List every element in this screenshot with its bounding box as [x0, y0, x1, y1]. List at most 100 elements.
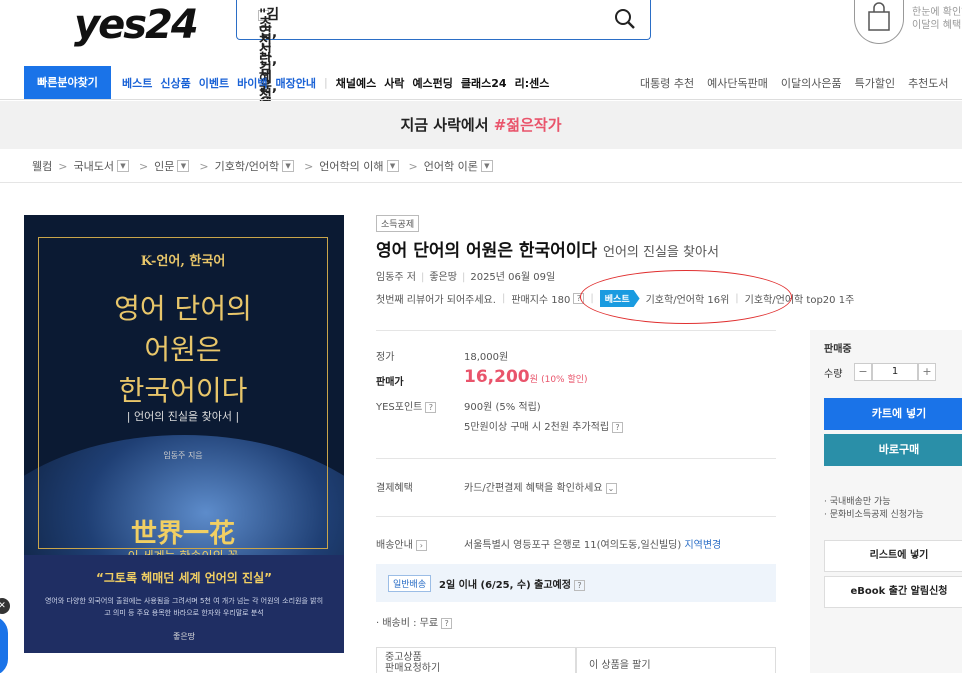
add-to-list-button[interactable]: 리스트에 넣기	[824, 540, 962, 572]
divider	[376, 516, 776, 517]
search-box[interactable]: "김초엽, 천선란, 김혜윤, 청예, 조서월"	[236, 0, 651, 139]
quantity-label: 수량	[824, 369, 843, 380]
nav-sarak[interactable]: 사락	[384, 75, 404, 91]
buy-now-button[interactable]: 바로구매	[824, 434, 962, 466]
right-nav: 대통령 추천 예사단독판매 이달의사은품 특가할인 추천도서 대량	[640, 66, 962, 99]
breadcrumb-item[interactable]: 국내도서	[73, 158, 113, 174]
help-icon[interactable]: ?	[573, 580, 585, 591]
red-highlight-circle	[580, 270, 792, 324]
banner-highlight: #젊은작가	[493, 116, 562, 134]
shipping-type: 일반배송	[388, 575, 432, 592]
ebook-alert-button[interactable]: eBook 출간 알림신청	[824, 576, 962, 608]
delivery-label: 배송안내 ›	[376, 536, 427, 551]
nav-class24[interactable]: 클래스24	[461, 75, 507, 91]
breadcrumb-item[interactable]: 기호학/언어학	[215, 158, 279, 174]
book-title-main: 영어 단어의 어원은 한국어이다	[376, 241, 598, 261]
cover-frame: K-언어, 한국어 영어 단어의 어원은 한국어이다 | 언어의 진실을 찾아서…	[38, 237, 328, 563]
help-icon[interactable]: ?	[612, 422, 624, 433]
top-header: yes24 "김초엽, 천선란, 김혜윤, 청예, 조서월" 한눈에 확인하 이…	[0, 0, 962, 139]
breadcrumb-item[interactable]: 웰컴	[32, 158, 52, 174]
chevron-down-icon[interactable]: ▼	[386, 160, 399, 172]
plus-button[interactable]: +	[918, 363, 936, 381]
author-link[interactable]: 임동주 저	[376, 272, 416, 283]
divider	[0, 182, 962, 183]
chevron-down-icon[interactable]: ▼	[282, 160, 295, 172]
cover-subtitle: | 언어의 진실을 찾아서 |	[126, 410, 240, 423]
nav-new[interactable]: 신상품	[160, 75, 190, 91]
cover-quote: “그토록 헤매던 세계 언어의 진실”	[95, 571, 272, 585]
quantity-stepper[interactable]: − 1 +	[854, 363, 936, 381]
chevron-right-icon[interactable]: ›	[415, 540, 427, 551]
nav-buyback[interactable]: 바이백	[237, 75, 267, 91]
cover-bottom-band: “그토록 헤매던 세계 언어의 진실” 영어와 다양한 외국어의 출원에는 사용…	[24, 555, 344, 653]
chevron-down-icon[interactable]: ⌄	[605, 483, 617, 494]
purchase-panel: 판매중 수량 − 1 + 카트에 넣기 바로구매 · 국내배송만 가능 · 문화…	[810, 330, 962, 673]
shopping-bag-icon[interactable]	[854, 0, 904, 44]
divider	[376, 458, 776, 459]
sell-this-item[interactable]: 이 상품을 팔기	[576, 647, 776, 673]
nav-funding[interactable]: 예스펀딩	[412, 75, 452, 91]
help-icon[interactable]: ?	[441, 618, 453, 629]
sale-price-label: 판매가	[376, 377, 404, 388]
breadcrumb-item[interactable]: 인문	[154, 158, 174, 174]
add-to-cart-button[interactable]: 카트에 넣기	[824, 398, 962, 430]
nav-gift[interactable]: 이달의사은품	[781, 75, 842, 91]
breadcrumb-item[interactable]: 언어학의 이해	[319, 158, 383, 174]
point-label: YES포인트?	[376, 398, 437, 413]
main-nav: 빠른분야찾기 베스트 신상품 이벤트 바이백 매장안내 | 채널예스 사락 예스…	[0, 66, 962, 100]
book-title: 영어 단어의 어원은 한국어이다 언어의 진실을 찾아서	[376, 236, 719, 261]
cover-tag: K-언어, 한국어	[140, 254, 226, 269]
publish-date: 2025년 06월 09일	[470, 272, 556, 283]
divider	[376, 330, 776, 331]
floating-widget[interactable]	[0, 616, 8, 673]
sale-price: 16,200원 (10% 할인)	[464, 367, 588, 387]
search-icon[interactable]	[614, 8, 636, 33]
nav-license[interactable]: 리:센스	[515, 75, 550, 91]
sale-status: 판매중	[824, 344, 852, 355]
minus-button[interactable]: −	[854, 363, 872, 381]
cover-desc: 영어와 다양한 외국어의 출원에는 사용됨을 그려서며 5천 여 개가 넘는 각…	[44, 597, 324, 617]
help-icon[interactable]: ?	[425, 402, 437, 413]
nav-special-sale[interactable]: 특가할인	[855, 75, 895, 91]
nav-president-pick[interactable]: 대통령 추천	[640, 75, 694, 91]
nav-items: 베스트 신상품 이벤트 바이백 매장안내 | 채널예스 사락 예스펀딩 클래스2…	[122, 66, 557, 99]
quantity-input[interactable]: 1	[872, 363, 918, 381]
promo-banner[interactable]: 지금 사락에서 #젊은작가	[0, 101, 962, 149]
chevron-down-icon[interactable]: ▼	[116, 160, 129, 172]
payment-benefit[interactable]: 카드/간편결제 혜택을 확인하세요 ⌄	[464, 479, 617, 494]
used-sell-request[interactable]: 중고상품 판매요청하기	[376, 647, 576, 673]
book-subtitle: 언어의 진실을 찾아서	[603, 245, 719, 260]
nav-recommend[interactable]: 추천도서	[908, 75, 948, 91]
nav-store[interactable]: 매장안내	[276, 75, 316, 91]
payment-label: 결제혜택	[376, 483, 413, 494]
nav-channel-yes[interactable]: 채널예스	[336, 75, 376, 91]
purchase-notes: · 국내배송만 가능 · 문화비소득공제 신청가능	[824, 497, 924, 520]
banner-prefix: 지금 사락에서	[400, 116, 494, 134]
quick-category-button[interactable]: 빠른분야찾기	[24, 66, 111, 99]
search-input[interactable]: "김초엽, 천선란, 김혜윤, 청예, 조서월"	[258, 8, 279, 139]
point-value: 900원 (5% 적립)	[464, 402, 541, 413]
book-cover-image[interactable]: K-언어, 한국어 영어 단어의 어원은 한국어이다 | 언어의 진실을 찾아서…	[24, 215, 344, 653]
sale-price-unit: 원	[529, 375, 538, 385]
review-link[interactable]: 첫번째 리뷰어가 되어주세요.	[376, 291, 496, 306]
cover-hanja: 世界一花	[130, 519, 235, 549]
sales-index: 판매지수 180	[511, 295, 571, 306]
nav-event[interactable]: 이벤트	[199, 75, 229, 91]
publisher-link[interactable]: 좋은땅	[429, 272, 457, 283]
discount-rate: (10% 할인)	[541, 375, 588, 385]
chevron-down-icon[interactable]: ▼	[480, 160, 493, 172]
breadcrumb: 웰컴 > 국내도서 ▼ > 인문 ▼ > 기호학/언어학 ▼ > 언어학의 이해 ▼ > 언어학 …	[32, 158, 497, 174]
shipping-fee: · 배송비 : 무료?	[376, 614, 453, 629]
tax-deduction-badge: 소득공제	[376, 215, 420, 232]
breadcrumb-item[interactable]: 언어학 이론	[424, 158, 478, 174]
nav-exclusive[interactable]: 예사단독판매	[707, 75, 768, 91]
point-extra: 5만원이상 구매 시 2천원 추가적립?	[464, 418, 624, 433]
chevron-down-icon[interactable]: ▼	[177, 160, 190, 172]
shipping-box: 일반배송 2일 이내 (6/25, 수) 출고예정?	[376, 564, 776, 602]
book-meta: 임동주 저 | 좋은땅 | 2025년 06월 09일	[376, 272, 556, 283]
list-price-label: 정가	[376, 352, 395, 363]
nav-best[interactable]: 베스트	[122, 75, 152, 91]
change-region-link[interactable]: 지역변경	[684, 540, 721, 551]
close-icon[interactable]: ✕	[0, 598, 10, 614]
yes24-logo[interactable]: yes24	[74, 2, 199, 48]
